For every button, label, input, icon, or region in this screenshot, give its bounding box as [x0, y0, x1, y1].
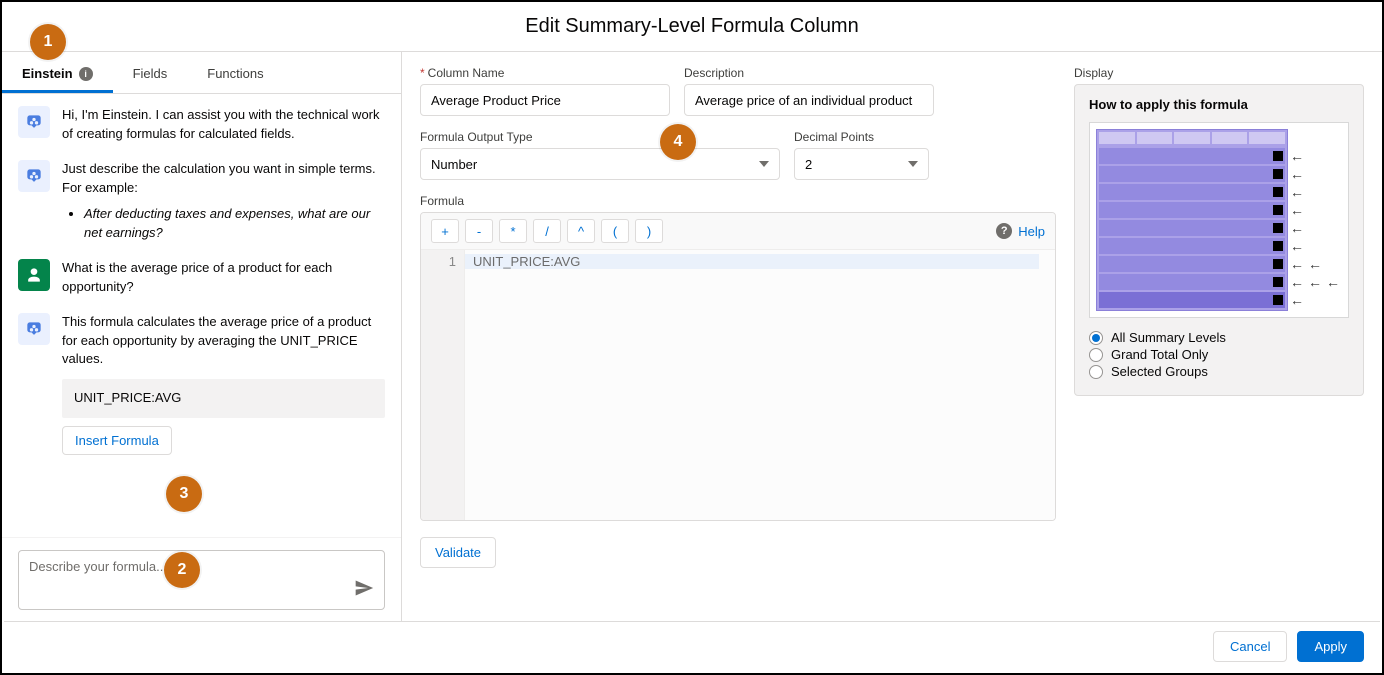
callout-1: 1 — [30, 24, 66, 60]
arrow-left-icon: ← — [1306, 256, 1324, 272]
assistant-answer-text: This formula calculates the average pric… — [62, 314, 371, 367]
user-message: What is the average price of a product f… — [18, 259, 385, 297]
center-column: Column Name Description Formula Output T… — [420, 66, 1056, 622]
output-type-select[interactable]: Number — [420, 148, 780, 180]
line-gutter: 1 — [421, 250, 465, 520]
dialog-title: Edit Summary-Level Formula Column — [2, 2, 1382, 52]
radio-all-summary[interactable]: All Summary Levels — [1089, 330, 1349, 345]
insert-formula-button[interactable]: Insert Formula — [62, 426, 172, 455]
description-label: Description — [684, 66, 934, 80]
example-list: After deducting taxes and expenses, what… — [62, 205, 385, 243]
arrow-left-icon: ← — [1288, 292, 1306, 308]
send-icon[interactable] — [354, 578, 374, 601]
callout-2: 2 — [164, 552, 200, 588]
info-icon: i — [79, 67, 93, 81]
tab-einstein[interactable]: Einstein i — [2, 52, 113, 93]
right-panel: Column Name Description Formula Output T… — [402, 52, 1382, 622]
arrow-left-icon: ← — [1288, 274, 1306, 290]
assistant-answer-block: This formula calculates the average pric… — [62, 313, 385, 455]
left-panel: Einstein i Fields Functions Hi, I'm Eins… — [2, 52, 402, 622]
arrow-left-icon: ← — [1288, 166, 1306, 182]
arrow-left-icon: ← — [1288, 238, 1306, 254]
column-name-input[interactable] — [420, 84, 670, 116]
operator-toolbar: + - * / ^ ( ) ? Help — [421, 213, 1055, 250]
example-item: After deducting taxes and expenses, what… — [84, 205, 385, 243]
display-label: Display — [1074, 66, 1364, 80]
chat-area: Hi, I'm Einstein. I can assist you with … — [2, 94, 401, 537]
validate-button[interactable]: Validate — [420, 537, 496, 568]
assistant-instruction-block: Just describe the calculation you want i… — [62, 160, 385, 243]
op-plus-button[interactable]: + — [431, 219, 459, 243]
radio-selected-label: Selected Groups — [1111, 364, 1208, 379]
display-title: How to apply this formula — [1089, 97, 1349, 112]
tab-einstein-label: Einstein — [22, 66, 73, 81]
einstein-icon — [18, 160, 50, 192]
arrow-left-icon: ← — [1288, 220, 1306, 236]
decimal-label: Decimal Points — [794, 130, 929, 144]
arrow-left-icon: ← — [1288, 184, 1306, 200]
description-input[interactable] — [684, 84, 934, 116]
op-lparen-button[interactable]: ( — [601, 219, 629, 243]
radio-icon — [1089, 365, 1103, 379]
arrow-left-icon: ← — [1288, 148, 1306, 164]
assistant-message: Hi, I'm Einstein. I can assist you with … — [18, 106, 385, 144]
code-area[interactable]: UNIT_PRICE:AVG — [465, 250, 1055, 520]
assistant-instruction-text: Just describe the calculation you want i… — [62, 161, 376, 195]
help-icon: ? — [996, 223, 1012, 239]
arrow-left-icon: ← — [1288, 202, 1306, 218]
tab-bar: Einstein i Fields Functions — [2, 52, 401, 94]
decimal-select[interactable]: 2 — [794, 148, 929, 180]
display-column: Display How to apply this formula — [1074, 66, 1364, 622]
callout-3: 3 — [166, 476, 202, 512]
op-rparen-button[interactable]: ) — [635, 219, 663, 243]
code-editor[interactable]: 1 UNIT_PRICE:AVG — [421, 250, 1055, 520]
radio-grand-label: Grand Total Only — [1111, 347, 1208, 362]
assistant-message: This formula calculates the average pric… — [18, 313, 385, 455]
decimal-value: 2 — [805, 157, 812, 172]
user-question-text: What is the average price of a product f… — [62, 259, 385, 297]
assistant-message: Just describe the calculation you want i… — [18, 160, 385, 243]
radio-grand-total[interactable]: Grand Total Only — [1089, 347, 1349, 362]
op-divide-button[interactable]: / — [533, 219, 561, 243]
radio-icon — [1089, 331, 1103, 345]
tab-fields[interactable]: Fields — [113, 52, 188, 93]
op-power-button[interactable]: ^ — [567, 219, 595, 243]
tab-functions[interactable]: Functions — [187, 52, 283, 93]
output-type-value: Number — [431, 157, 477, 172]
einstein-icon — [18, 106, 50, 138]
radio-selected-groups[interactable]: Selected Groups — [1089, 364, 1349, 379]
chevron-down-icon — [908, 161, 918, 167]
dialog-footer: Cancel Apply — [4, 621, 1380, 671]
prompt-placeholder: Describe your formula... — [29, 559, 167, 574]
op-minus-button[interactable]: - — [465, 219, 493, 243]
einstein-icon — [18, 313, 50, 345]
arrow-left-icon: ← — [1324, 274, 1342, 290]
arrow-left-icon: ← — [1306, 274, 1324, 290]
cancel-button[interactable]: Cancel — [1213, 631, 1287, 662]
radio-icon — [1089, 348, 1103, 362]
prompt-area: Describe your formula... — [2, 537, 401, 622]
formula-label: Formula — [420, 194, 1056, 208]
column-name-label: Column Name — [420, 66, 670, 80]
radio-all-label: All Summary Levels — [1111, 330, 1226, 345]
formula-editor: + - * / ^ ( ) ? Help 1 UNIT_PRICE:AVG — [420, 212, 1056, 521]
callout-4: 4 — [660, 124, 696, 160]
suggested-formula: UNIT_PRICE:AVG — [62, 379, 385, 418]
display-box: How to apply this formula — [1074, 84, 1364, 396]
user-icon — [18, 259, 50, 291]
assistant-intro-text: Hi, I'm Einstein. I can assist you with … — [62, 106, 385, 144]
apply-button[interactable]: Apply — [1297, 631, 1364, 662]
chevron-down-icon — [759, 161, 769, 167]
arrow-left-icon: ← — [1288, 256, 1306, 272]
prompt-input[interactable]: Describe your formula... — [18, 550, 385, 610]
op-multiply-button[interactable]: * — [499, 219, 527, 243]
formula-preview-image: ← ← ← ← ← ← ← ← ← ← — [1089, 122, 1349, 318]
output-type-label: Formula Output Type — [420, 130, 780, 144]
code-line: UNIT_PRICE:AVG — [465, 254, 1039, 269]
help-link[interactable]: Help — [1018, 224, 1045, 239]
